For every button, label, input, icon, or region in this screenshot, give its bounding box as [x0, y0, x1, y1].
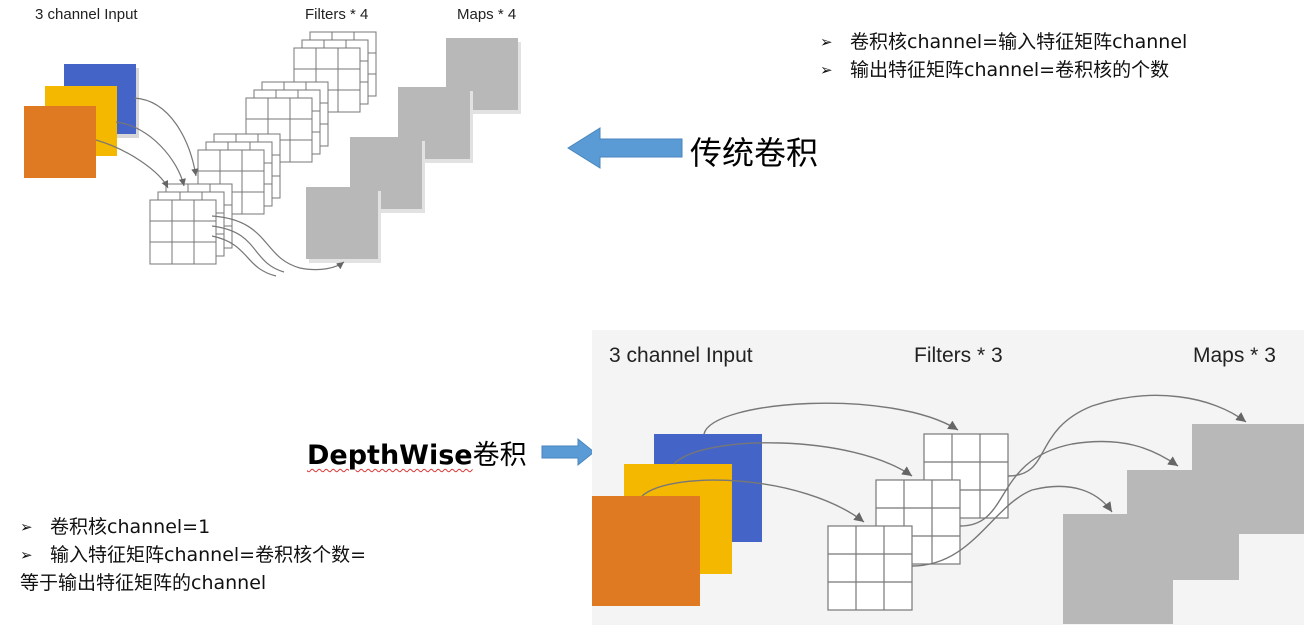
bullet-arrow-icon: ➢: [820, 61, 833, 79]
right-arrow-icon: [541, 437, 595, 467]
bottom-diagram-graphic: [592, 394, 1304, 624]
standard-bullet-1-text: 卷积核channel=输入特征矩阵channel: [850, 31, 1188, 53]
standard-conv-bullets: ➢ 卷积核channel=输入特征矩阵channel ➢ 输出特征矩阵chann…: [820, 28, 1187, 84]
depthwise-title-en: DepthWise: [307, 440, 473, 471]
depthwise-bullet-2: ➢ 输入特征矩阵channel=卷积核个数=: [20, 541, 366, 569]
bottom-input-orange: [592, 496, 700, 606]
standard-bullet-1: ➢ 卷积核channel=输入特征矩阵channel: [820, 28, 1187, 56]
depthwise-bullet-1: ➢ 卷积核channel=1: [20, 513, 366, 541]
depthwise-title: DepthWise卷积: [307, 433, 527, 472]
bullet-arrow-icon: ➢: [820, 33, 833, 51]
bottom-maps: [1063, 424, 1304, 624]
top-diagram-graphic: [24, 31, 521, 277]
bullet-arrow-icon: ➢: [20, 518, 33, 536]
standard-bullet-2: ➢ 输出特征矩阵channel=卷积核的个数: [820, 56, 1187, 84]
depthwise-title-cn: 卷积: [472, 440, 527, 471]
depthwise-continuation: 等于输出特征矩阵的channel: [20, 572, 267, 594]
top-diagram: 3 channel Input Filters * 4 Maps * 4: [0, 0, 560, 290]
standard-conv-title: 传统卷积: [690, 134, 819, 172]
bottom-input-stack: [592, 434, 762, 606]
left-arrow-icon: [567, 127, 683, 169]
top-input-stack: [24, 64, 139, 178]
bullet-arrow-icon: ➢: [20, 546, 33, 564]
depthwise-bullet-2-text: 输入特征矩阵channel=卷积核个数=: [50, 544, 367, 566]
depthwise-bullet-1-text: 卷积核channel=1: [50, 516, 211, 538]
standard-bullet-2-text: 输出特征矩阵channel=卷积核的个数: [850, 59, 1170, 81]
bottom-diagram: 3 channel Input Filters * 3 Maps * 3: [592, 330, 1304, 625]
top-input-orange: [24, 106, 96, 178]
depthwise-bullets: ➢ 卷积核channel=1 ➢ 输入特征矩阵channel=卷积核个数= 等于…: [20, 513, 366, 597]
bottom-filters: [827, 433, 1009, 611]
